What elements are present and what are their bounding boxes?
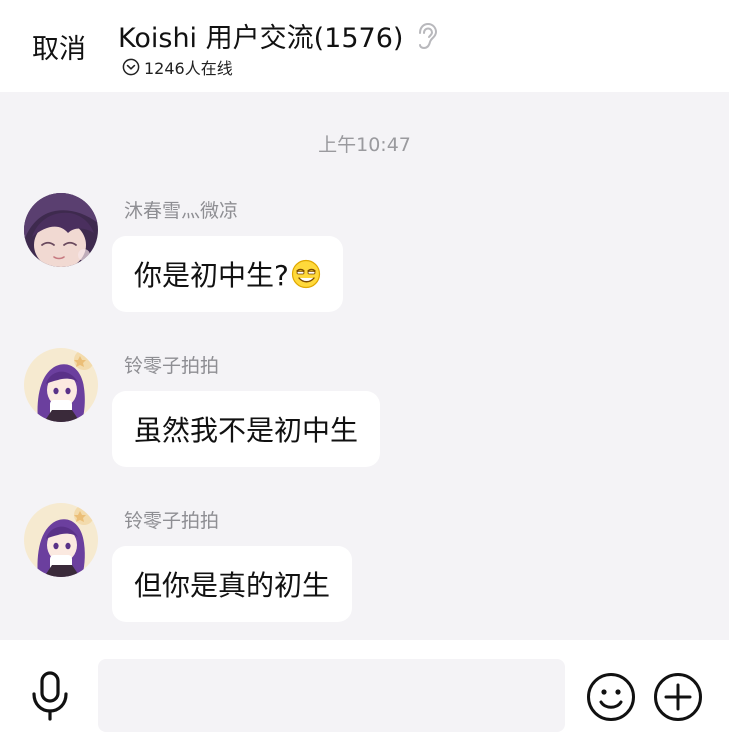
smiley-icon[interactable] — [586, 672, 636, 722]
message-text: 虽然我不是初中生 — [134, 414, 359, 447]
message-input[interactable] — [98, 659, 565, 732]
chevron-down-circle-icon — [122, 58, 140, 76]
cancel-button[interactable]: 取消 — [32, 27, 86, 66]
message-list[interactable]: 上午10:47 沐春雪灬微凉 你是初中生? 铃零子拍拍 虽然我不是初中生 铃零子… — [0, 92, 729, 640]
message-bubble[interactable]: 你是初中生? — [112, 236, 343, 312]
microphone-icon[interactable] — [30, 670, 70, 722]
message-timestamp: 上午10:47 — [318, 134, 411, 156]
smirk-emoji-icon — [291, 259, 320, 289]
sender-name[interactable]: 铃零子拍拍 — [124, 506, 219, 533]
message-bubble[interactable]: 但你是真的初生 — [112, 546, 353, 622]
message-text: 但你是真的初生 — [134, 569, 331, 602]
plus-circle-icon[interactable] — [653, 672, 703, 722]
avatar[interactable] — [24, 503, 98, 577]
avatar-image — [24, 348, 98, 422]
group-title-row[interactable]: Koishi 用户交流(1576) — [118, 16, 439, 55]
avatar[interactable] — [24, 348, 98, 422]
chat-header: 取消 Koishi 用户交流(1576) 1246人在线 — [0, 0, 729, 92]
avatar[interactable] — [24, 193, 98, 267]
message-text: 你是初中生? — [134, 259, 289, 292]
sender-name[interactable]: 沐春雪灬微凉 — [124, 196, 238, 223]
composer-bar — [0, 640, 729, 750]
sender-name[interactable]: 铃零子拍拍 — [124, 351, 219, 378]
avatar-image — [24, 503, 98, 577]
message-bubble[interactable]: 虽然我不是初中生 — [112, 391, 381, 467]
avatar-image — [24, 193, 98, 267]
ear-icon[interactable] — [413, 21, 439, 51]
online-status[interactable]: 1246人在线 — [122, 55, 233, 79]
online-count: 1246人在线 — [144, 59, 233, 78]
group-title: Koishi 用户交流(1576) — [118, 23, 404, 54]
